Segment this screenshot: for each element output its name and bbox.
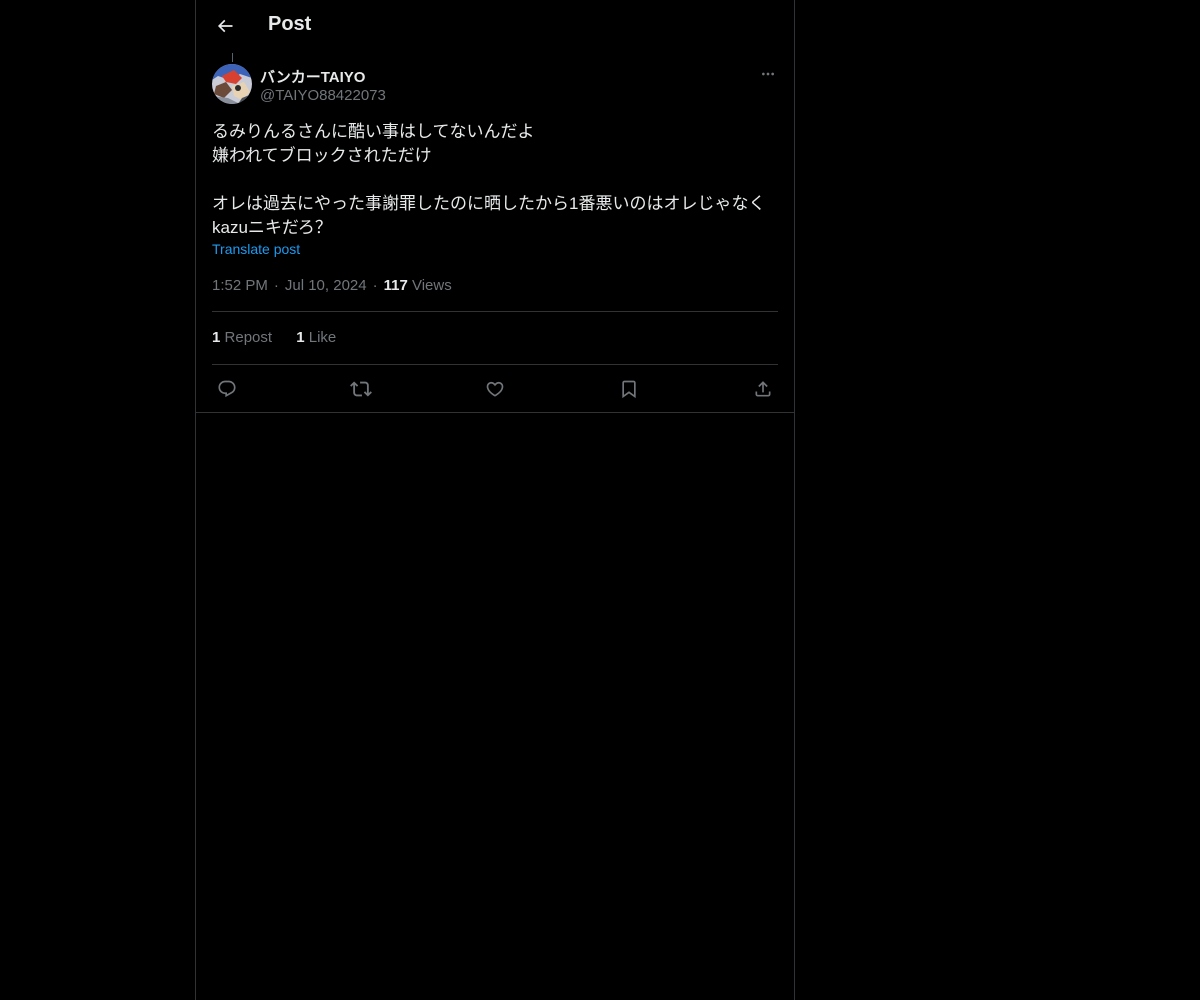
share-button[interactable] bbox=[751, 377, 775, 401]
translate-post-link[interactable]: Translate post bbox=[212, 241, 300, 257]
views-label: Views bbox=[411, 277, 452, 294]
back-button[interactable] bbox=[208, 9, 242, 43]
author-display-name[interactable]: バンカーTAIYO bbox=[260, 66, 365, 87]
post-text: るみりんるさんに酷い事はしてないんだよ 嫌われてブロックされただけ オレは過去に… bbox=[212, 122, 766, 237]
repost-button[interactable] bbox=[349, 377, 373, 401]
share-icon bbox=[753, 379, 773, 399]
post-time[interactable]: 1:52 PM bbox=[212, 277, 268, 294]
reply-icon bbox=[217, 379, 237, 399]
post-column: Post バンカーTAIYO @TAIYO88422073 るみりんるさんに酷い… bbox=[195, 0, 795, 1000]
arrow-left-icon bbox=[215, 16, 235, 36]
action-bar bbox=[212, 365, 778, 412]
repost-icon bbox=[350, 378, 372, 400]
likes-label: Like bbox=[308, 329, 337, 346]
page-header: Post bbox=[196, 0, 794, 53]
post-bottom-divider bbox=[196, 412, 794, 413]
author-handle[interactable]: @TAIYO88422073 bbox=[260, 87, 386, 104]
likes-stat[interactable]: 1 Like bbox=[296, 329, 336, 346]
like-button[interactable] bbox=[483, 377, 507, 401]
author-row: バンカーTAIYO @TAIYO88422073 bbox=[212, 62, 778, 108]
post-detail: バンカーTAIYO @TAIYO88422073 るみりんるさんに酷い事はしてな… bbox=[212, 62, 778, 412]
reposts-count: 1 bbox=[212, 329, 221, 346]
more-horizontal-icon bbox=[760, 66, 776, 82]
reposts-label: Repost bbox=[224, 329, 273, 346]
post-meta: 1:52 PM · Jul 10, 2024 · 117 Views bbox=[212, 276, 778, 312]
meta-separator: · bbox=[372, 277, 378, 294]
bookmark-button[interactable] bbox=[617, 377, 641, 401]
views-count: 117 bbox=[383, 277, 408, 294]
meta-separator: · bbox=[273, 277, 279, 294]
more-options-button[interactable] bbox=[758, 64, 778, 84]
post-date[interactable]: Jul 10, 2024 bbox=[285, 277, 367, 294]
avatar[interactable] bbox=[212, 64, 252, 104]
reply-button[interactable] bbox=[215, 377, 239, 401]
bookmark-icon bbox=[619, 379, 639, 399]
likes-count: 1 bbox=[296, 329, 305, 346]
thread-connector-line bbox=[232, 53, 233, 62]
page-title: Post bbox=[268, 13, 312, 35]
reposts-stat[interactable]: 1 Repost bbox=[212, 329, 272, 346]
engagement-stats: 1 Repost 1 Like bbox=[212, 312, 778, 365]
heart-icon bbox=[485, 379, 505, 399]
